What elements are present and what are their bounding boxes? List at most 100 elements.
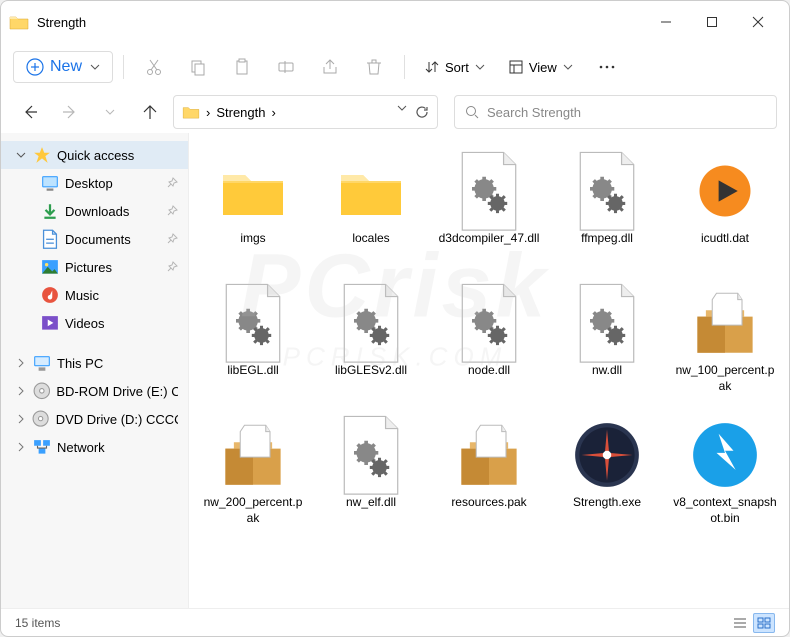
statusbar: 15 items (1, 608, 789, 636)
forward-button[interactable] (53, 95, 87, 129)
file-item[interactable]: ffmpeg.dll (551, 149, 663, 277)
sidebar-root-disc[interactable]: BD-ROM Drive (E:) C (1, 377, 188, 405)
maximize-button[interactable] (689, 1, 735, 43)
folder-icon (219, 157, 287, 225)
file-item[interactable]: nw_100_percent.pak (669, 281, 781, 409)
refresh-icon[interactable] (415, 105, 429, 119)
file-item[interactable]: nw_200_percent.pak (197, 413, 309, 541)
titlebar: Strength (1, 1, 789, 43)
pc-icon (33, 355, 51, 371)
pak-icon (691, 289, 759, 357)
paste-button[interactable] (222, 49, 262, 85)
file-name: imgs (240, 231, 265, 247)
chevron-right-icon (15, 358, 27, 368)
sidebar-root-network[interactable]: Network (1, 433, 188, 461)
delete-button[interactable] (354, 49, 394, 85)
sidebar-item-desktop[interactable]: Desktop (1, 169, 188, 197)
up-button[interactable] (133, 95, 167, 129)
sort-label: Sort (445, 60, 469, 75)
file-item[interactable]: Strength.exe (551, 413, 663, 541)
search-input[interactable]: Search Strength (454, 95, 777, 129)
file-name: libGLESv2.dll (335, 363, 407, 379)
details-view-button[interactable] (729, 613, 751, 633)
file-name: locales (352, 231, 389, 247)
file-name: ffmpeg.dll (581, 231, 633, 247)
file-item[interactable]: libGLESv2.dll (315, 281, 427, 409)
sidebar-item-label: BD-ROM Drive (E:) C (56, 384, 178, 399)
breadcrumb-item[interactable]: Strength (216, 105, 265, 120)
recent-button[interactable] (93, 95, 127, 129)
pak-icon (219, 421, 287, 489)
pin-icon (167, 176, 178, 191)
chevron-down-icon (475, 64, 485, 70)
sidebar-item-downloads[interactable]: Downloads (1, 197, 188, 225)
desktop-icon (41, 175, 59, 191)
sidebar-item-videos[interactable]: Videos (1, 309, 188, 337)
dll-icon (455, 289, 523, 357)
search-placeholder: Search Strength (487, 105, 581, 120)
more-button[interactable] (587, 49, 627, 85)
file-item[interactable]: locales (315, 149, 427, 277)
new-button[interactable]: New (13, 51, 113, 83)
share-button[interactable] (310, 49, 350, 85)
file-name: v8_context_snapshot.bin (673, 495, 777, 526)
file-item[interactable]: nw.dll (551, 281, 663, 409)
copy-button[interactable] (178, 49, 218, 85)
file-item[interactable]: libEGL.dll (197, 281, 309, 409)
chevron-right-icon (15, 414, 26, 424)
pak-icon (455, 421, 523, 489)
sidebar-item-label: Downloads (65, 204, 129, 219)
dll-icon (337, 421, 405, 489)
item-count: 15 items (15, 616, 60, 630)
sort-icon (425, 60, 439, 74)
file-item[interactable]: d3dcompiler_47.dll (433, 149, 545, 277)
sidebar-label: Quick access (57, 148, 134, 163)
close-button[interactable] (735, 1, 781, 43)
sort-dropdown[interactable]: Sort (415, 54, 495, 81)
sidebar-item-music[interactable]: Music (1, 281, 188, 309)
toolbar: New Sort View (1, 43, 789, 91)
dll-icon (455, 157, 523, 225)
file-item[interactable]: node.dll (433, 281, 545, 409)
sidebar-item-label: Documents (65, 232, 131, 247)
view-icon (509, 60, 523, 74)
dll-icon (219, 289, 287, 357)
dll-icon (573, 157, 641, 225)
file-name: resources.pak (451, 495, 526, 511)
file-item[interactable]: v8_context_snapshot.bin (669, 413, 781, 541)
exe-icon (573, 421, 641, 489)
dll-icon (337, 289, 405, 357)
sidebar-root-pc[interactable]: This PC (1, 349, 188, 377)
rename-button[interactable] (266, 49, 306, 85)
file-item[interactable]: nw_elf.dll (315, 413, 427, 541)
icons-view-button[interactable] (753, 613, 775, 633)
sidebar-item-label: DVD Drive (D:) CCCC (56, 412, 178, 427)
sidebar-item-pictures[interactable]: Pictures (1, 253, 188, 281)
chevron-down-icon (90, 64, 100, 70)
sidebar-item-documents[interactable]: Documents (1, 225, 188, 253)
file-item[interactable]: icudtl.dat (669, 149, 781, 277)
address-bar[interactable]: › Strength › (173, 95, 438, 129)
sidebar-item-label: Music (65, 288, 99, 303)
disc-icon (32, 411, 49, 427)
chevron-down-icon[interactable] (397, 105, 407, 111)
cut-button[interactable] (134, 49, 174, 85)
view-dropdown[interactable]: View (499, 54, 583, 81)
chevron-right-icon (15, 386, 27, 396)
view-label: View (529, 60, 557, 75)
sidebar: Quick access Desktop Downloads Documents Pi… (1, 133, 189, 608)
file-name: icudtl.dat (701, 231, 749, 247)
minimize-button[interactable] (643, 1, 689, 43)
sidebar-root-disc[interactable]: DVD Drive (D:) CCCC (1, 405, 188, 433)
bin-icon (691, 421, 759, 489)
file-name: libEGL.dll (227, 363, 278, 379)
sidebar-item-label: Pictures (65, 260, 112, 275)
file-item[interactable]: imgs (197, 149, 309, 277)
sidebar-quick-access[interactable]: Quick access (1, 141, 188, 169)
dll-icon (573, 289, 641, 357)
file-item[interactable]: resources.pak (433, 413, 545, 541)
file-name: node.dll (468, 363, 510, 379)
file-name: nw_200_percent.pak (201, 495, 305, 526)
pin-icon (167, 204, 178, 219)
back-button[interactable] (13, 95, 47, 129)
